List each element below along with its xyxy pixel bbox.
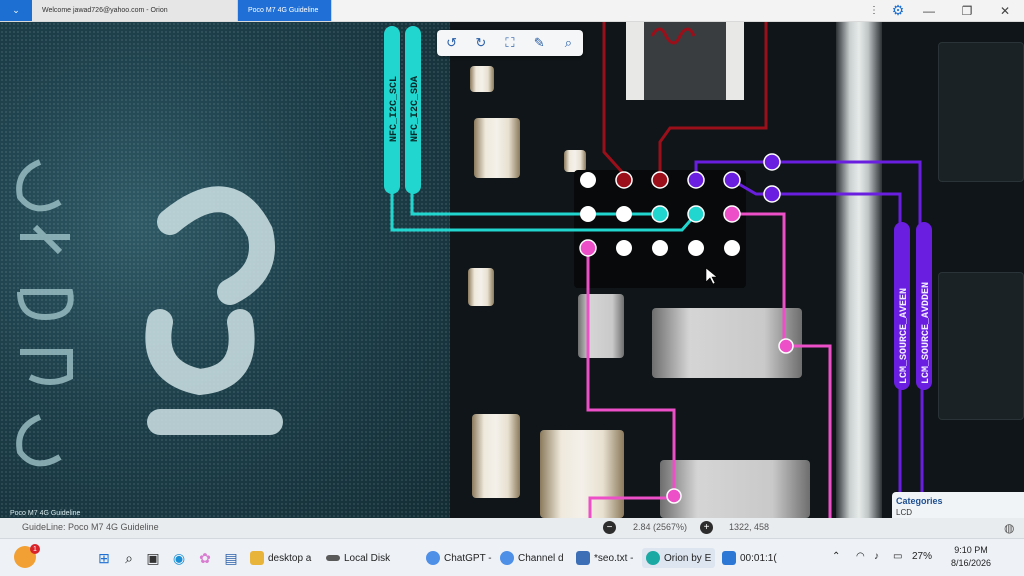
inductor-coil	[650, 27, 696, 45]
zoom-level: 2.84 (2567%)	[633, 522, 688, 532]
title-bar: ⌄ Welcome jawad726@yahoo.com - Orion Poc…	[0, 0, 1024, 22]
globe-icon[interactable]: ◍	[1004, 521, 1014, 535]
bga-ball[interactable]	[579, 239, 597, 257]
app-menu-icon[interactable]: ⌄	[0, 0, 32, 21]
tab-guideline[interactable]: Poco M7 4G Guideline	[238, 0, 332, 21]
taskbar-app-notepad[interactable]: *seo.txt -	[576, 548, 633, 568]
bga-ball[interactable]	[651, 171, 669, 189]
tab-welcome-label: Welcome jawad726@yahoo.com - Orion	[42, 7, 168, 14]
orion-icon	[646, 551, 660, 565]
bga-ball[interactable]	[687, 171, 705, 189]
categories-panel[interactable]: Categories LCD	[892, 492, 1024, 518]
task-view-icon[interactable]: ▣	[144, 549, 162, 567]
tray-chevron-icon[interactable]: ⌃	[832, 551, 840, 562]
taskbar-app-explorer[interactable]: desktop a	[250, 548, 311, 568]
lcm-avdden-label: LCM_SOURCE_AVDDEN	[921, 282, 932, 384]
bga-ball[interactable]	[688, 240, 704, 256]
search-icon[interactable]: ⌕	[557, 32, 579, 54]
pin-icon[interactable]: ⋮	[862, 0, 886, 21]
pink-net	[586, 212, 832, 518]
categories-title: Categories	[896, 496, 943, 506]
taskbar-app-chatgpt[interactable]: ChatGPT -	[426, 548, 492, 568]
clock-date: 8/16/2026	[951, 558, 992, 568]
rotate-right-icon[interactable]: ↻	[470, 32, 492, 54]
mouse-cursor-icon	[705, 267, 718, 285]
search-icon[interactable]: ⌕	[120, 549, 138, 567]
volume-icon[interactable]: ♪	[874, 551, 879, 562]
taskbar-app-label: desktop a	[268, 552, 312, 564]
taskbar-app-label: ChatGPT -	[444, 552, 492, 564]
cursor-coordinates: 1322, 458	[729, 522, 770, 532]
zoom-out-button[interactable]: −	[603, 521, 616, 534]
settings-icon[interactable]: ⚙	[886, 0, 910, 21]
battery-percent: 27%	[912, 551, 933, 562]
lcm-aveen-label: LCM_SOURCE_AVEEN	[899, 288, 910, 384]
windows-start-icon[interactable]: ⊞	[95, 549, 113, 567]
status-bar: GuideLine: Poco M7 4G Guideline − 2.84 (…	[0, 518, 1024, 538]
rotate-left-icon[interactable]: ↺	[441, 32, 463, 54]
tab-welcome[interactable]: Welcome jawad726@yahoo.com - Orion	[32, 0, 238, 21]
minimize-button[interactable]: —	[910, 0, 948, 21]
wifi-icon[interactable]: ◠	[856, 551, 865, 562]
taskbar-app-channel[interactable]: Channel d	[500, 548, 564, 568]
taskbar-app-label: Local Disk	[344, 552, 391, 564]
chrome-icon	[426, 551, 440, 565]
bga-ball[interactable]	[652, 240, 668, 256]
app-window: ⌄ Welcome jawad726@yahoo.com - Orion Poc…	[0, 0, 1024, 576]
brush-icon[interactable]: ✎	[528, 32, 550, 54]
restore-button[interactable]: ❐	[948, 0, 986, 21]
category-item-lcd[interactable]: LCD	[896, 508, 1020, 517]
taskbar-app-label: Channel d	[518, 552, 564, 564]
bga-ball[interactable]	[723, 171, 741, 189]
taskbar: 1 ⊞ ⌕ ▣ ◉ ✿ ▤ desktop a Local Disk ChatG…	[0, 538, 1024, 576]
drive-icon	[326, 555, 340, 561]
taskbar-app-orion[interactable]: Orion by E	[642, 548, 716, 568]
bga-ball[interactable]	[616, 240, 632, 256]
taskbar-app-label: Orion by E	[664, 552, 712, 564]
guideline-status: GuideLine: Poco M7 4G Guideline	[22, 522, 159, 532]
bga-ball[interactable]	[687, 205, 705, 223]
test-point[interactable]	[763, 185, 781, 203]
bga-ball[interactable]	[651, 205, 669, 223]
bga-ball[interactable]	[580, 172, 596, 188]
net-traces: NFC_I2C_SCL NFC_I2C_SDA LCM_SOURCE_AVEEN…	[384, 22, 932, 518]
bga-ball[interactable]	[724, 240, 740, 256]
tab-guideline-label: Poco M7 4G Guideline	[248, 7, 319, 14]
copilot-icon[interactable]: ✿	[196, 549, 214, 567]
nfc-sda-label: NFC_I2C_SDA	[410, 76, 421, 142]
canvas-toolbar: ↺ ↻ ⛶ ✎ ⌕	[437, 30, 583, 56]
title-spacer	[332, 0, 862, 21]
red-net	[602, 22, 768, 180]
fit-screen-icon[interactable]: ⛶	[499, 32, 521, 54]
notification-badge: 1	[30, 544, 40, 554]
board-canvas[interactable]: Poco M7 4G Guideline NFC_I2C_SCL NFC_I2C…	[0, 22, 1024, 518]
cyan-net	[390, 192, 698, 232]
taskbar-app-recorder[interactable]: 00:01:1(	[722, 548, 777, 568]
test-point[interactable]	[763, 153, 781, 171]
store-icon[interactable]: ▤	[222, 549, 240, 567]
recorder-icon	[722, 551, 736, 565]
test-point[interactable]	[666, 488, 682, 504]
bga-ball[interactable]	[615, 171, 633, 189]
folder-icon	[250, 551, 264, 565]
taskbar-app-label: *seo.txt -	[594, 552, 634, 564]
notepad-icon	[576, 551, 590, 565]
nfc-scl-label: NFC_I2C_SCL	[389, 76, 400, 142]
bga-ball[interactable]	[723, 205, 741, 223]
test-point[interactable]	[778, 338, 794, 354]
chrome-icon	[500, 551, 514, 565]
clock[interactable]: 9:10 PM 8/16/2026	[951, 544, 991, 570]
bga-ball[interactable]	[616, 206, 632, 222]
taskbar-app-label: 00:01:1(	[740, 552, 777, 564]
edge-icon[interactable]: ◉	[170, 549, 188, 567]
clock-time: 9:10 PM	[954, 545, 988, 555]
battery-icon[interactable]: ▭	[893, 551, 902, 562]
close-button[interactable]: ✕	[986, 0, 1024, 21]
bga-ball[interactable]	[580, 206, 596, 222]
zoom-in-button[interactable]: +	[700, 521, 713, 534]
taskbar-app-disk[interactable]: Local Disk	[326, 548, 390, 568]
